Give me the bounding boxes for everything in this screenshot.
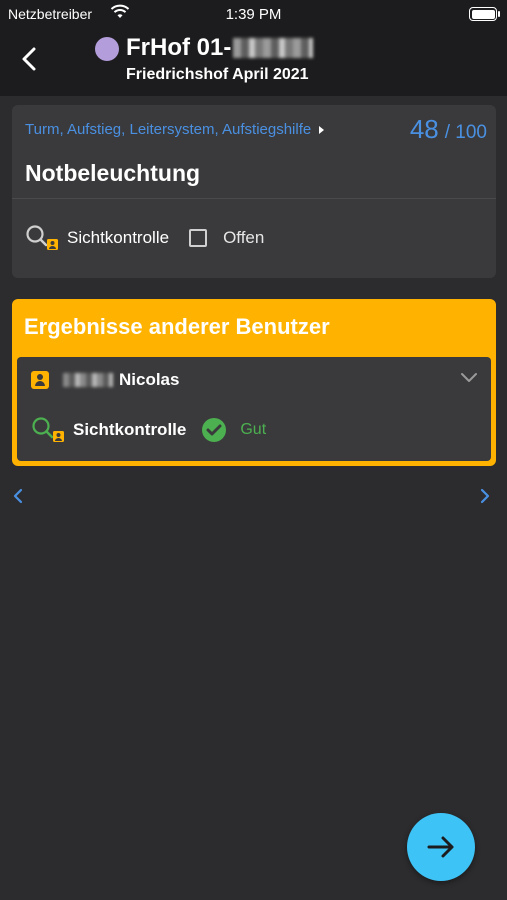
open-checkbox[interactable]	[189, 229, 208, 247]
magnifier-person-icon	[32, 417, 64, 442]
result-method: Sichtkontrolle	[73, 420, 187, 439]
result-row: Sichtkontrolle Gut	[31, 417, 266, 443]
page-title: FrHof 01-	[126, 34, 314, 62]
battery-tip	[498, 11, 500, 17]
chevron-down-icon	[461, 373, 477, 382]
status-bar: Netzbetreiber 1:39 PM	[0, 0, 507, 28]
expand-button[interactable]	[459, 369, 479, 385]
breadcrumb[interactable]: Turm, Aufstieg, Leitersystem, Aufstiegsh…	[25, 121, 325, 138]
back-button[interactable]	[12, 42, 46, 76]
next-button[interactable]	[475, 486, 493, 506]
clock-label: 1:39 PM	[225, 6, 282, 23]
navigation-header: FrHof 01- Friedrichshof April 2021	[0, 28, 507, 96]
redacted-block	[233, 38, 314, 58]
status-dot	[95, 37, 119, 61]
user-name: Nicolas	[119, 370, 180, 389]
next-item-button[interactable]	[407, 813, 475, 881]
divider	[12, 198, 496, 199]
chevron-left-icon	[22, 47, 36, 71]
user-result-card: Nicolas Sichtkontrolle Gut	[17, 357, 491, 461]
redacted-block	[63, 373, 113, 387]
page-subtitle: Friedrichshof April 2021	[126, 66, 309, 83]
item-counter: 48 / 100	[410, 114, 487, 145]
user-row[interactable]: Nicolas	[31, 369, 179, 391]
other-users-title: Ergebnisse anderer Benutzer	[24, 314, 330, 339]
battery-icon	[469, 7, 497, 21]
inspection-card: Turm, Aufstieg, Leitersystem, Aufstiegsh…	[12, 105, 496, 278]
item-title: Notbeleuchtung	[25, 160, 201, 186]
chevron-left-icon	[13, 488, 23, 504]
open-checkbox-label[interactable]: Offen	[223, 228, 264, 248]
breadcrumb-text: Turm, Aufstieg, Leitersystem, Aufstiegsh…	[25, 121, 312, 138]
result-status: Gut	[240, 421, 267, 438]
method-row: Sichtkontrolle Offen	[25, 225, 264, 251]
check-circle-icon	[202, 418, 227, 442]
method-label: Sichtkontrolle	[67, 228, 170, 247]
chevron-right-icon	[480, 488, 490, 504]
caret-right-icon	[319, 125, 325, 134]
counter-current: 48	[409, 114, 439, 144]
person-badge-icon	[31, 371, 49, 389]
previous-button[interactable]	[10, 486, 28, 506]
arrow-right-icon	[427, 836, 454, 858]
other-users-results: Ergebnisse anderer Benutzer Nicolas Sich…	[12, 299, 496, 466]
page-title-text: FrHof 01-	[126, 34, 232, 61]
magnifier-person-icon	[26, 225, 58, 250]
counter-total: / 100	[444, 122, 487, 143]
